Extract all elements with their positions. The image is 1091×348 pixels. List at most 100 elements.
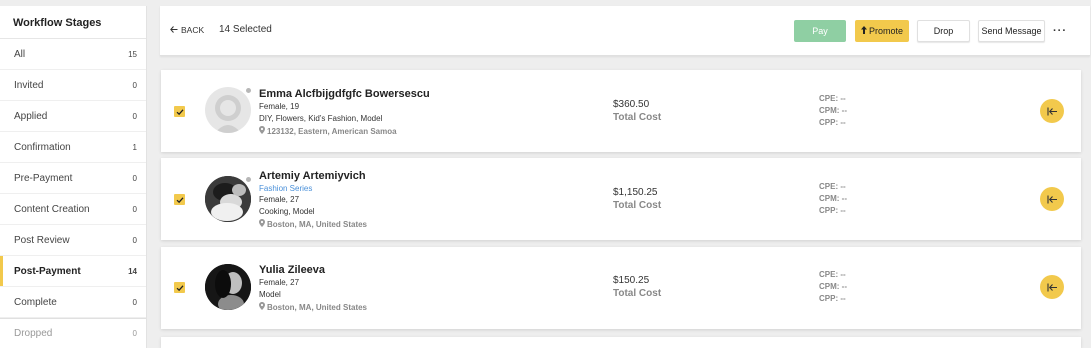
stage-all[interactable]: All 15 [0, 39, 146, 70]
stage-pre-payment[interactable]: Pre-Payment 0 [0, 163, 146, 194]
cost-amount: $150.25 [613, 275, 650, 286]
stage-label: Content Creation [14, 203, 90, 215]
total-cost: $360.50 Total Cost [613, 99, 661, 123]
stage-invited[interactable]: Invited 0 [0, 70, 146, 101]
arrow-to-left-icon [1046, 195, 1057, 203]
creator-categories: Cooking, Model [259, 207, 315, 216]
stage-complete[interactable]: Complete 0 [0, 287, 146, 318]
creator-location: Boston, MA, United States [259, 219, 367, 229]
stage-count: 0 [132, 111, 137, 121]
checkmark-icon [176, 108, 183, 115]
creator-demographics: Female, 27 [259, 278, 300, 287]
status-dot [245, 176, 252, 183]
cpp-metric: CPP: -- [819, 294, 846, 303]
stage-label: All [14, 48, 26, 60]
metrics-block: CPE: -- CPM: -- CPP: -- [819, 269, 847, 305]
avatar-photo [205, 176, 251, 222]
select-checkbox[interactable] [174, 106, 185, 117]
cost-amount: $1,150.25 [613, 187, 658, 198]
location-text: Boston, MA, United States [267, 219, 368, 229]
creator-name[interactable]: Artemiy Artemiyvich [259, 170, 367, 182]
status-dot [245, 87, 252, 94]
stage-count: 0 [132, 173, 137, 183]
cpp-metric: CPP: -- [819, 118, 846, 127]
creator-card-partial [161, 337, 1081, 348]
select-checkbox[interactable] [174, 194, 185, 205]
stage-count: 1 [132, 142, 137, 152]
action-toolbar: BACK 14 Selected Pay Promote Drop Send M… [160, 6, 1090, 56]
creator-categories: Model [259, 290, 281, 299]
workflow-sidebar: Workflow Stages All 15 Invited 0 Applied… [0, 6, 147, 348]
cost-label: Total Cost [613, 112, 662, 123]
cpe-metric: CPE: -- [819, 94, 846, 103]
location-text: Boston, MA, United States [267, 302, 368, 312]
total-cost: $150.25 Total Cost [613, 275, 661, 299]
arrow-up-icon [860, 26, 867, 36]
location-text: 123132, Eastern, American Samoa [267, 126, 397, 136]
stage-post-payment[interactable]: Post-Payment 14 [0, 256, 146, 287]
total-cost: $1,150.25 Total Cost [613, 187, 661, 211]
promote-button[interactable]: Promote [855, 20, 909, 42]
avatar-photo [205, 264, 251, 310]
drop-button[interactable]: Drop [917, 20, 970, 42]
stage-label: Post-Payment [14, 265, 81, 277]
stage-post-review[interactable]: Post Review 0 [0, 225, 146, 256]
stage-label: Confirmation [14, 141, 71, 153]
move-stage-button[interactable] [1040, 99, 1064, 123]
stage-count: 0 [132, 80, 137, 90]
stage-dropped[interactable]: Dropped 0 [0, 318, 146, 348]
creator-categories: DIY, Flowers, Kid’s Fashion, Model [259, 114, 383, 123]
stage-label: Complete [14, 296, 57, 308]
select-checkbox[interactable] [174, 282, 185, 293]
promote-label: Promote [868, 26, 903, 36]
creator-card: Artemiy Artemiyvich Fashion Series Femal… [161, 158, 1081, 240]
stage-count: 0 [132, 235, 137, 245]
cpe-metric: CPE: -- [819, 182, 846, 191]
avatar-placeholder [205, 87, 251, 133]
sidebar-title: Workflow Stages [0, 6, 146, 39]
pay-button[interactable]: Pay [794, 20, 846, 42]
cost-amount: $360.50 [613, 99, 650, 110]
creator-info: Emma Alcfbijgdfgfc Bowersescu Female, 19… [259, 88, 430, 136]
selected-count: 14 Selected [219, 24, 272, 35]
move-stage-button[interactable] [1040, 187, 1064, 211]
creator-location: 123132, Eastern, American Samoa [259, 126, 430, 136]
cpe-metric: CPE: -- [819, 270, 846, 279]
creator-name[interactable]: Emma Alcfbijgdfgfc Bowersescu [259, 88, 430, 100]
arrow-left-icon [170, 25, 178, 35]
stage-count: 15 [128, 49, 137, 59]
cpm-metric: CPM: -- [819, 194, 847, 203]
stage-count: 0 [132, 297, 137, 307]
stage-label: Post Review [14, 234, 70, 246]
location-pin-icon [259, 302, 265, 312]
cpm-metric: CPM: -- [819, 282, 847, 291]
cost-label: Total Cost [613, 288, 662, 299]
stage-applied[interactable]: Applied 0 [0, 101, 146, 132]
metrics-block: CPE: -- CPM: -- CPP: -- [819, 181, 847, 217]
send-message-button[interactable]: Send Message [978, 20, 1045, 42]
stage-count: 0 [132, 329, 137, 338]
stage-label: Dropped [14, 328, 53, 339]
stage-confirmation[interactable]: Confirmation 1 [0, 132, 146, 163]
creator-name[interactable]: Yulia Zileeva [259, 264, 367, 276]
creator-demographics: Female, 19 [259, 102, 300, 111]
creator-series-link[interactable]: Fashion Series [259, 184, 367, 193]
cost-label: Total Cost [613, 200, 662, 211]
creator-info: Artemiy Artemiyvich Fashion Series Femal… [259, 170, 367, 229]
move-stage-button[interactable] [1040, 275, 1064, 299]
cpp-metric: CPP: -- [819, 206, 846, 215]
back-button[interactable]: BACK [170, 25, 204, 35]
location-pin-icon [259, 219, 265, 229]
stage-label: Invited [14, 79, 44, 91]
arrow-to-left-icon [1046, 283, 1057, 291]
metrics-block: CPE: -- CPM: -- CPP: -- [819, 93, 847, 129]
stage-content-creation[interactable]: Content Creation 0 [0, 194, 146, 225]
stage-count: 14 [128, 266, 137, 276]
arrow-to-left-icon [1046, 107, 1057, 115]
back-label: BACK [181, 25, 205, 35]
more-options-button[interactable]: ··· [1050, 20, 1070, 42]
creator-demographics: Female, 27 [259, 195, 300, 204]
checkmark-icon [176, 196, 183, 203]
location-pin-icon [259, 126, 265, 136]
creator-location: Boston, MA, United States [259, 302, 367, 312]
